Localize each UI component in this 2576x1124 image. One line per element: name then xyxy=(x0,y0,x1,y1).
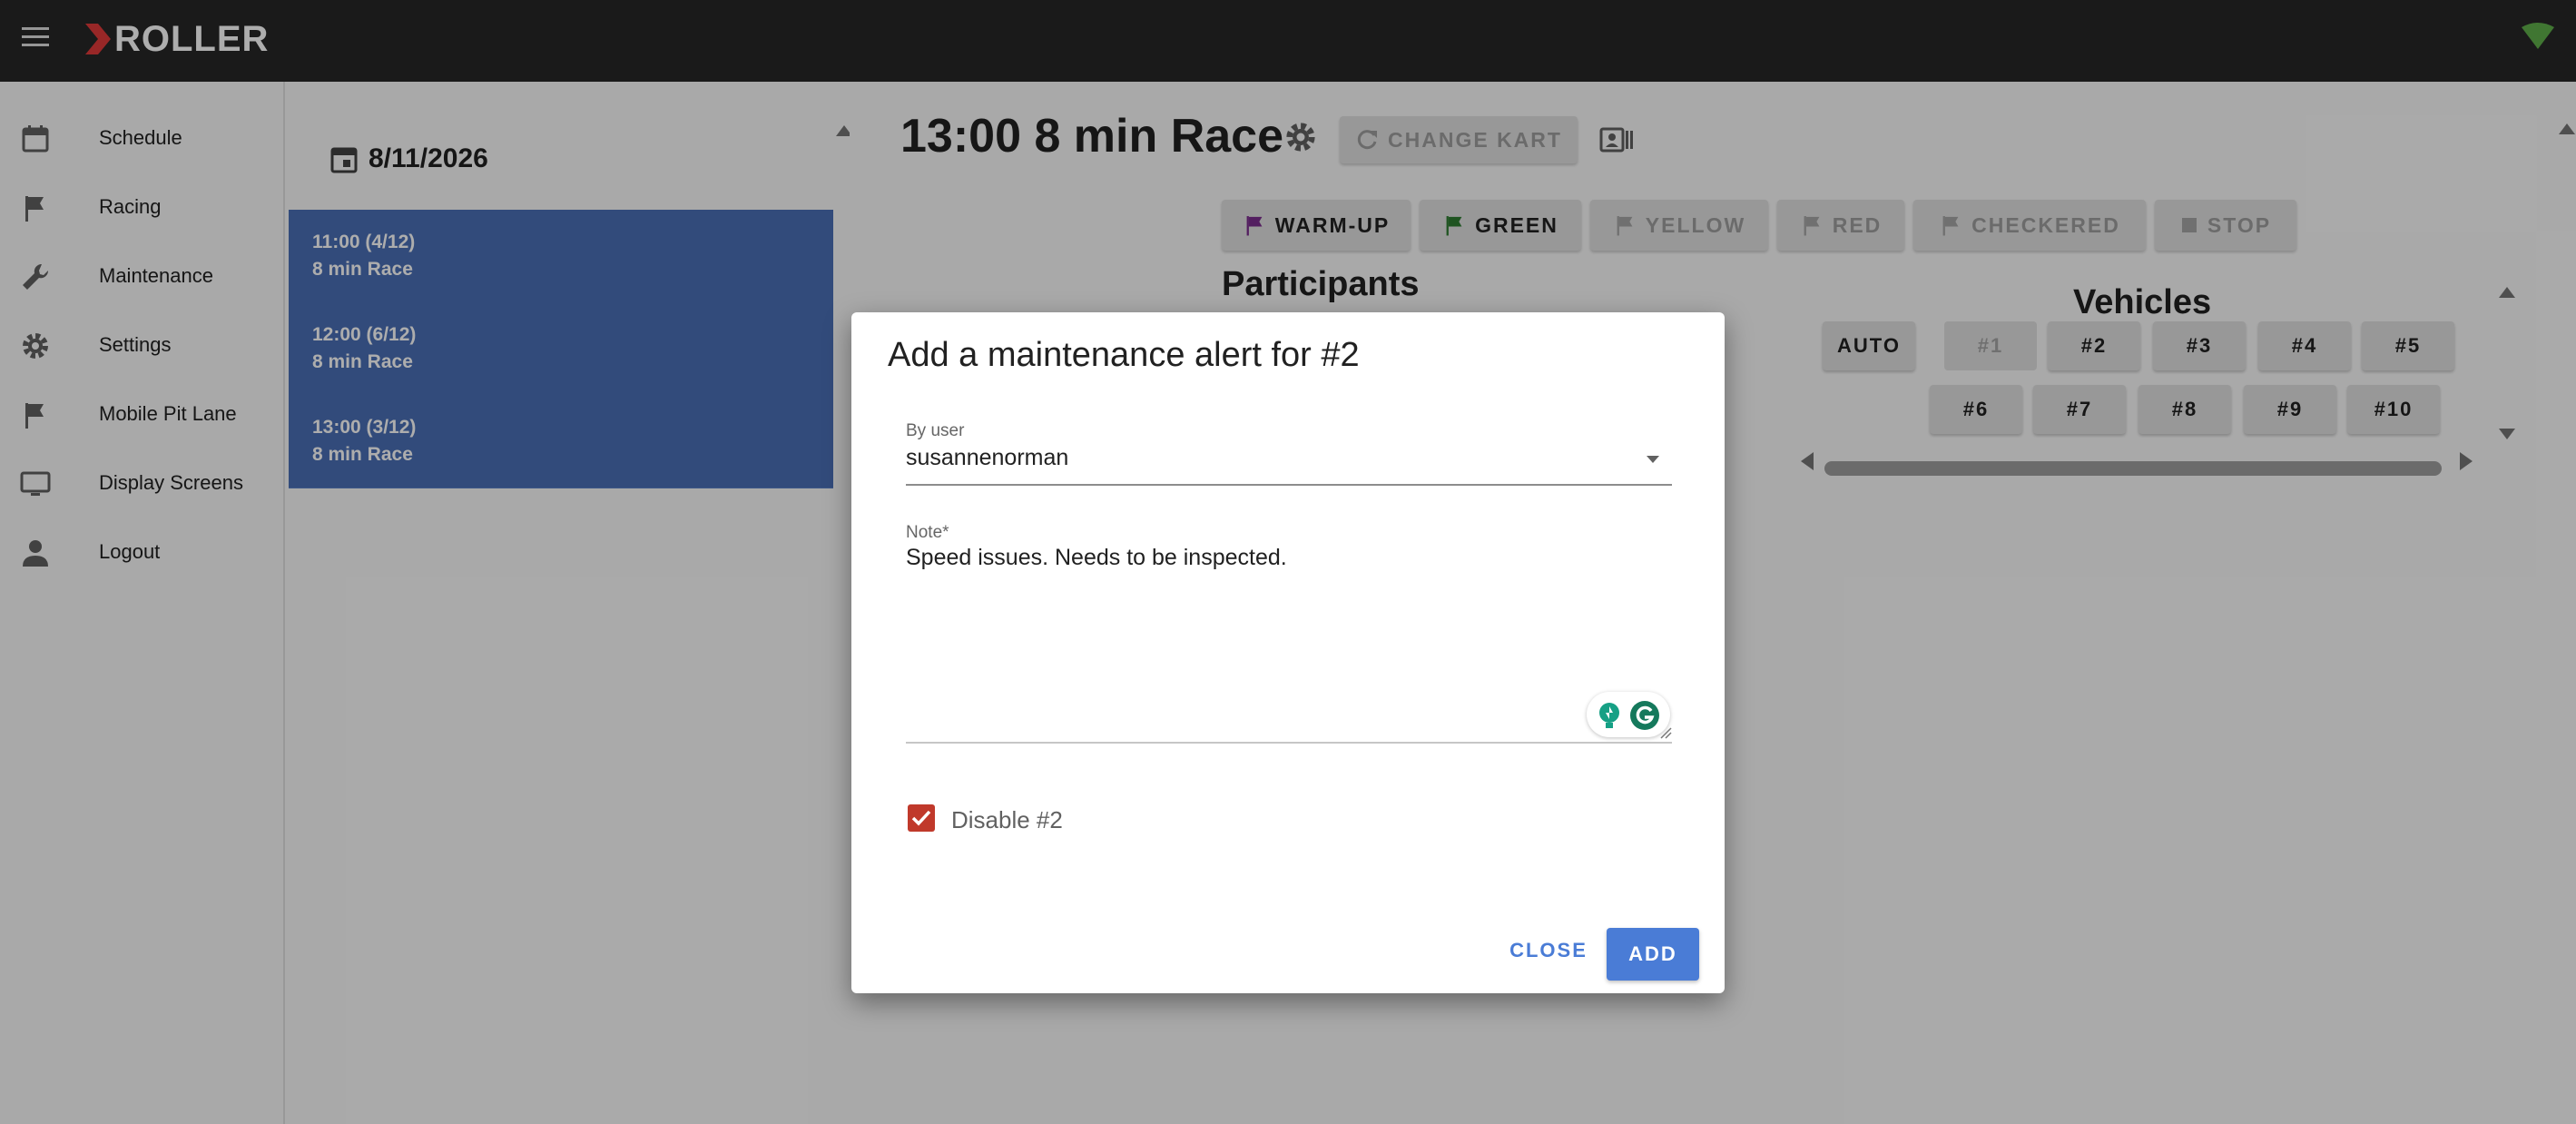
dialog-title: Add a maintenance alert for #2 xyxy=(888,336,1360,374)
chevron-down-icon[interactable] xyxy=(1645,454,1661,465)
disable-vehicle-checkbox[interactable] xyxy=(908,804,935,832)
user-select[interactable]: susannenorman xyxy=(906,445,1068,471)
maintenance-alert-dialog: Add a maintenance alert for #2 By user s… xyxy=(851,312,1725,993)
disable-vehicle-label[interactable]: Disable #2 xyxy=(951,806,1063,834)
user-field-label: By user xyxy=(906,421,965,440)
note-field-label: Note* xyxy=(906,523,949,542)
grammarly-widget[interactable] xyxy=(1587,692,1670,737)
resize-handle-icon[interactable] xyxy=(1659,726,1672,739)
lightbulb-icon xyxy=(1599,703,1619,728)
note-textarea[interactable]: Speed issues. Needs to be inspected. xyxy=(906,545,1287,571)
select-underline xyxy=(906,484,1672,486)
add-button[interactable]: ADD xyxy=(1607,928,1699,981)
close-button[interactable]: CLOSE xyxy=(1505,930,1592,971)
grammarly-icon xyxy=(1630,701,1659,730)
checkmark-icon xyxy=(911,810,931,826)
note-underline xyxy=(906,742,1672,744)
